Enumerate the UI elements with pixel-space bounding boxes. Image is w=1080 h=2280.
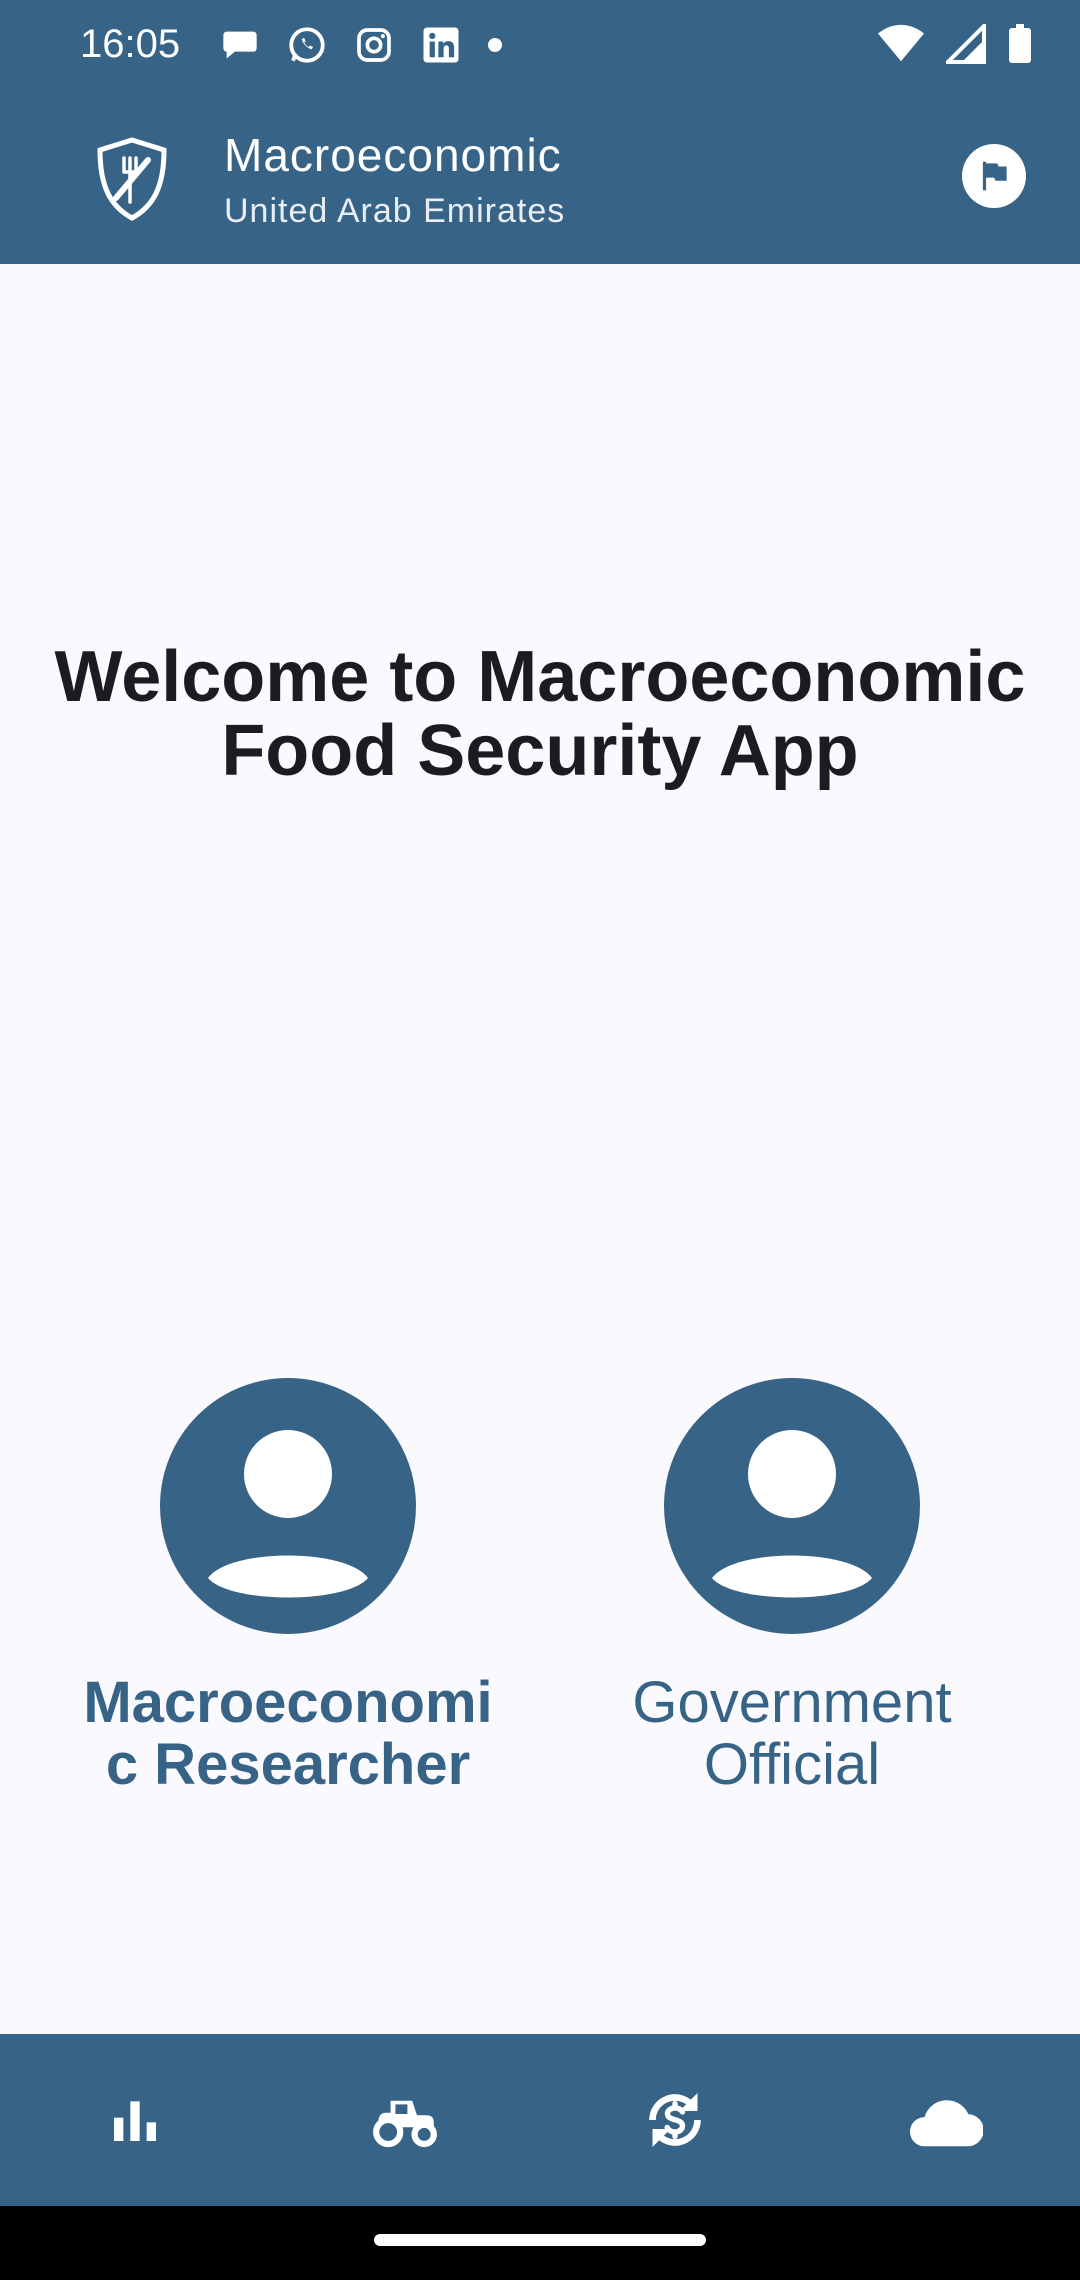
flag-button[interactable] xyxy=(962,144,1026,208)
system-navigation-bar xyxy=(0,2206,1080,2280)
nav-agriculture[interactable] xyxy=(305,2034,505,2206)
dot-icon xyxy=(488,38,502,52)
nav-statistics[interactable] xyxy=(35,2034,235,2206)
instagram-icon xyxy=(357,28,391,62)
system-icons xyxy=(856,24,1032,64)
flag-icon xyxy=(982,161,1007,191)
nav-climate[interactable] xyxy=(845,2034,1045,2206)
whatsapp-icon xyxy=(289,27,325,63)
role-government-official[interactable]: Government Official xyxy=(572,1378,1012,1796)
currency-exchange-icon xyxy=(649,2093,701,2147)
battery-icon xyxy=(1009,24,1031,63)
status-bar: 16:05 xyxy=(0,0,1080,96)
account-circle-icon xyxy=(664,1378,920,1634)
status-time: 16:05 xyxy=(80,22,181,66)
welcome-heading: Welcome to Macroeconomic Food Security A… xyxy=(54,637,1026,791)
wifi-icon xyxy=(878,24,924,62)
bar-chart-icon xyxy=(114,2101,156,2141)
notification-icons xyxy=(220,24,528,66)
app-subtitle: United Arab Emirates xyxy=(224,192,566,230)
role-macroeconomic-researcher[interactable]: Macroeconomic Researcher xyxy=(68,1378,508,1796)
cloud-icon xyxy=(910,2100,983,2147)
role-label: Macroeconomic Researcher xyxy=(83,1670,493,1797)
app-title: Macroeconomic xyxy=(224,129,562,181)
tractor-icon xyxy=(373,2100,437,2148)
home-indicator[interactable] xyxy=(374,2234,706,2246)
shield-fork-knife-icon xyxy=(97,137,167,221)
app-bar: Macroeconomic United Arab Emirates xyxy=(0,96,1080,264)
chat-bubble-icon xyxy=(223,31,257,59)
nav-currency[interactable] xyxy=(575,2034,775,2206)
linkedin-icon xyxy=(423,27,459,63)
bottom-navigation xyxy=(0,2034,1080,2206)
signal-icon xyxy=(946,24,986,64)
role-label: Government Official xyxy=(632,1670,952,1797)
account-circle-icon xyxy=(160,1378,416,1634)
